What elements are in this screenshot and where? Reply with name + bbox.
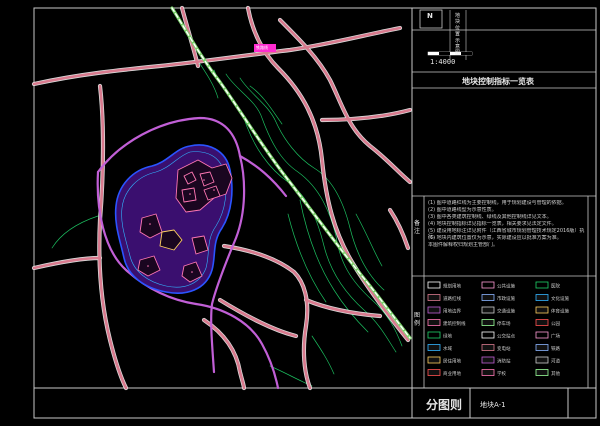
legend-swatch [481,331,495,339]
legend-label-item: 公交站点 [497,333,515,340]
sheet-title: 分图则 [426,398,463,412]
legend-label-item: 体育设施 [551,308,569,315]
legend-swatch [481,319,495,326]
legend-swatch [427,331,441,339]
note-item: 本图件解释权归规划主管部门。 [428,242,499,248]
notes-label: 备注 [414,220,421,235]
legend-swatch [535,344,549,351]
legend-swatch [481,356,495,364]
legend-swatch [427,369,441,376]
legend-label-item: 学校 [497,370,506,377]
legend-label-item: 绿地 [443,333,452,340]
legend-label-item: 规划用地 [443,283,461,290]
note-item: (2) 图中道路线型为示意性质。 [428,207,497,213]
legend-label-item: 河道 [551,358,560,365]
legend-label-item: 道路红线 [443,295,461,302]
legend-label-item: 其他 [551,370,560,377]
vertical-title-char: 块 [455,18,460,25]
legend-swatch [535,281,549,289]
legend-swatch [427,294,441,301]
legend-swatch [427,306,441,314]
legend-label-item: 公共设施 [497,283,515,290]
note-item: (4) 地块控制指标详见指标一览表，相关要求见法定文件。 [428,221,557,227]
vertical-title: 地块位置示意图 [455,12,460,56]
north-label: N [427,12,433,20]
legend-swatch [535,319,549,326]
green-contours [51,57,403,387]
scale-bar [427,51,473,56]
drawing-sheet: 规划用地道路红线用地边界建筑控制线绿地水域居住用地商业用地 公共设施市政设施交通设… [0,0,600,422]
legend-label-item: 交通设施 [497,308,515,315]
legend-swatch [535,369,549,376]
vertical-title-char: 置 [455,32,460,38]
note-item: (3) 图中各类建筑控制线、绿线及其他控制线详见文本。 [428,214,552,220]
legend-label-item: 居住用地 [443,358,461,365]
legend-label-item: 水域 [443,345,452,352]
vertical-title-char: 地 [455,12,460,19]
legend-label-item: 商业用地 [443,370,461,377]
legend-swatch [535,294,549,301]
legend-swatch [481,344,495,351]
legend-label-item: 消防站 [497,358,511,365]
vertical-title-char: 意 [455,43,460,50]
legend-swatch [481,369,495,376]
vertical-title-char: 位 [455,24,460,31]
vertical-title-char: 示 [455,38,460,44]
legend-swatch [481,294,495,301]
legend-label-item: 铁路 [551,345,560,352]
legend-swatch [535,306,549,314]
legend-label-item: 医院 [551,283,560,290]
legend-label-item: 用地边界 [443,308,461,315]
legend-label-item: 市政设施 [497,295,515,302]
road-tag-label: 铁路线 [256,45,268,50]
legend-label-item: 停车场 [497,320,511,327]
legend-swatch [535,356,549,364]
legend-label-item: 公园 [551,321,560,327]
table-heading: 地块控制指标一览表 [462,77,534,86]
legend-grid: 规划用地道路红线用地边界建筑控制线绿地水域居住用地商业用地 公共设施市政设施交通设… [427,281,569,377]
legend-swatch [481,281,495,289]
note-item: (6) 地块内建筑位置仅为示意，实际建设应以批准方案为准。 [428,235,562,241]
legend-swatch [427,356,441,364]
legend-swatch [427,281,441,289]
scale-label: 1:4000 [430,58,456,66]
legend-label: 图例 [414,312,421,327]
legend-label-item: 变电站 [497,345,511,352]
legend-label-item: 文化设施 [551,295,569,302]
legend-label-item: 建筑控制线 [443,320,466,327]
legend-label-item: 广场 [551,333,560,340]
legend-swatch [427,319,441,326]
map-drawing [31,5,413,391]
vertical-title-char: 图 [455,50,460,56]
legend-swatch [535,331,549,339]
note-item: (1) 图中道路红线为主要控制线，用于规划建设与管理的依据。 [428,200,567,206]
legend-swatch [427,344,441,351]
sheet-number: 地块A-1 [480,401,506,409]
legend-swatch [481,306,495,314]
